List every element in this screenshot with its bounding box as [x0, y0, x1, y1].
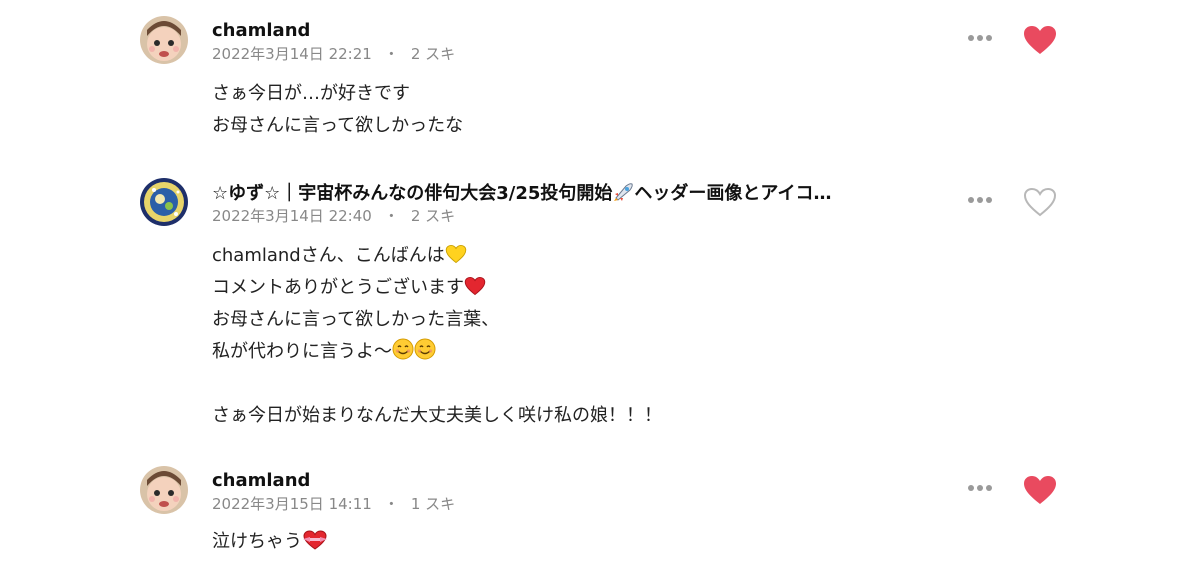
yellow-heart-emoji: [445, 243, 467, 275]
comment-author[interactable]: chamland: [212, 470, 310, 492]
smiling-face-emoji: [414, 338, 436, 371]
meta-separator: ・: [383, 207, 399, 225]
like-count[interactable]: 2 スキ: [411, 45, 455, 63]
comment-line: お母さんに言って欲しかったな: [212, 115, 464, 136]
more-dots-icon[interactable]: [966, 26, 996, 50]
comment-line: お母さんに言って欲しかった言葉、: [212, 309, 500, 330]
comment-line: さぁ今日が…が好きです: [212, 83, 410, 104]
comment-meta: 2022年3月14日 22:21 ・ 2 スキ: [212, 44, 455, 64]
comment-line-text: コメントありがとうございます: [212, 277, 464, 298]
comment-body: chamlandさん、こんばんは コメントありがとうございます お母さんに言って…: [212, 240, 662, 432]
comment-body: 泣けちゃう: [212, 526, 328, 558]
avatar[interactable]: [140, 16, 188, 64]
comment-line: 私が代わりに言うよ〜: [212, 336, 662, 368]
avatar[interactable]: [140, 178, 188, 226]
comment-line: chamlandさん、こんばんは: [212, 240, 662, 272]
comment-date: 2022年3月14日 22:21: [212, 45, 372, 63]
author-name-part: ☆ゆず☆｜宇宙杯みんなの俳句大会3/25投句開始: [212, 183, 613, 204]
heart-filled-icon[interactable]: [1022, 474, 1058, 506]
comment-line: さぁ今日が始まりなんだ大丈夫美しく咲け私の娘！！！: [212, 405, 662, 426]
comment-line: 泣けちゃう: [212, 526, 328, 558]
like-count[interactable]: 1 スキ: [411, 495, 455, 513]
comment-line-text: chamlandさん、こんばんは: [212, 245, 445, 266]
comment-line: [212, 368, 662, 400]
comment-author[interactable]: chamland: [212, 20, 310, 42]
more-dots-icon[interactable]: [966, 188, 996, 212]
heart-with-ribbon-emoji: [302, 529, 328, 561]
heart-outline-icon[interactable]: [1022, 186, 1058, 218]
meta-separator: ・: [383, 495, 399, 513]
comment-line-text: 私が代わりに言うよ〜: [212, 341, 392, 362]
comment-body: さぁ今日が…が好きです お母さんに言って欲しかったな: [212, 78, 463, 142]
rocket-emoji: [612, 182, 634, 208]
avatar[interactable]: [140, 466, 188, 514]
comment-author[interactable]: ☆ゆず☆｜宇宙杯みんなの俳句大会3/25投句開始 ヘッダー画像とアイコ…: [212, 182, 832, 208]
heart-filled-icon[interactable]: [1022, 24, 1058, 56]
smiling-face-emoji: [392, 338, 414, 371]
comment-line-text: 泣けちゃう: [212, 531, 302, 552]
comment-line: コメントありがとうございます: [212, 272, 662, 304]
comment-meta: 2022年3月15日 14:11 ・ 1 スキ: [212, 494, 455, 514]
like-count[interactable]: 2 スキ: [411, 207, 455, 225]
comment-date: 2022年3月14日 22:40: [212, 207, 372, 225]
more-dots-icon[interactable]: [966, 476, 996, 500]
comment-date: 2022年3月15日 14:11: [212, 495, 372, 513]
comment-meta: 2022年3月14日 22:40 ・ 2 スキ: [212, 206, 455, 226]
author-name-part: ヘッダー画像とアイコ…: [634, 183, 832, 204]
meta-separator: ・: [383, 45, 399, 63]
red-heart-emoji: [464, 275, 486, 307]
comment-list: chamland 2022年3月14日 22:21 ・ 2 スキ さぁ今日が…が好き…: [0, 0, 1200, 575]
